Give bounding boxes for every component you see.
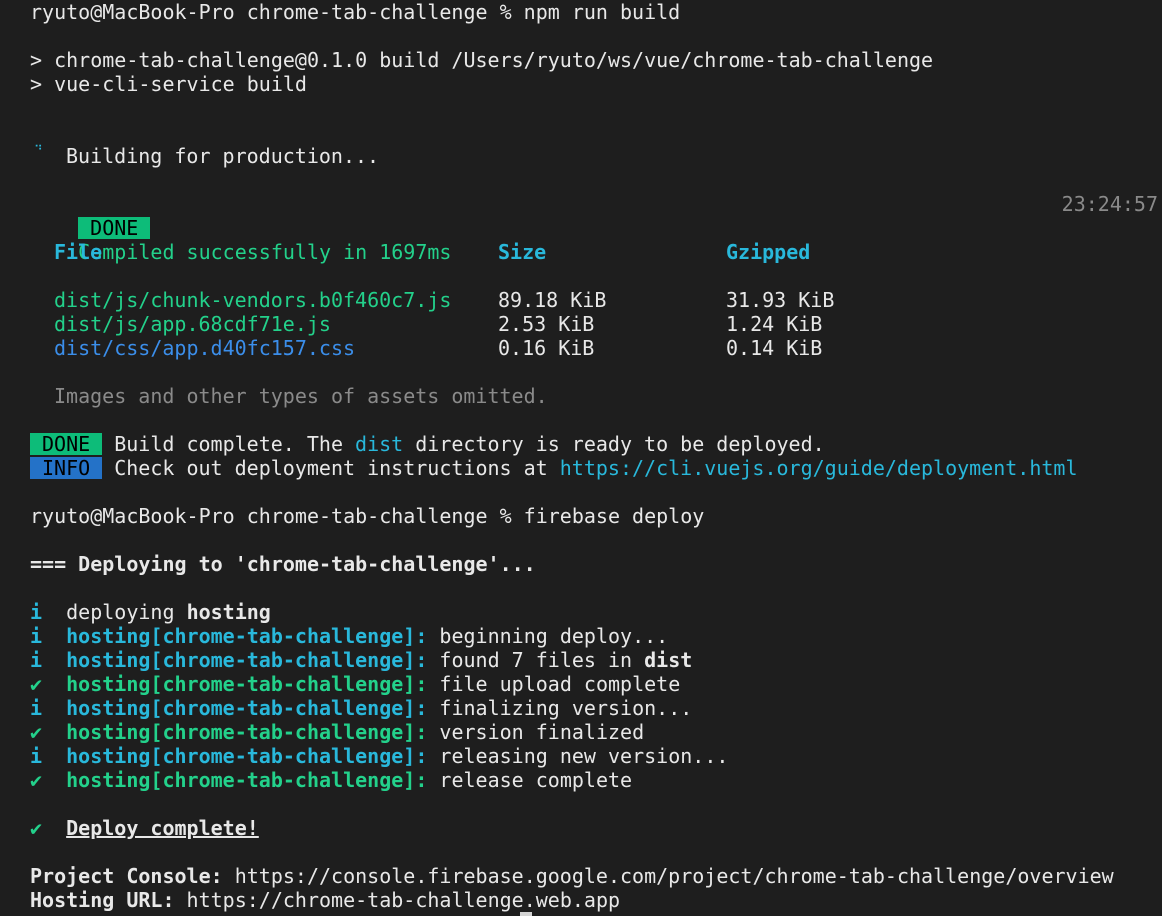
deploy-complete-text: Deploy complete! — [66, 816, 259, 840]
file-size: 2.53 KiB — [498, 312, 595, 336]
check-icon: ✔ — [30, 672, 43, 696]
file-name: dist/js/chunk-vendors.b0f460c7.js — [54, 288, 452, 312]
deploy-step: i hosting[chrome-tab-challenge]: beginni… — [30, 624, 1162, 648]
step-text: releasing new version... — [439, 744, 729, 768]
compiled-row: DONE Compiled successfully in 1697ms 23:… — [30, 192, 1162, 264]
console-url-link[interactable]: https://console.firebase.google.com/proj… — [235, 864, 1114, 888]
hosting-target: hosting[chrome-tab-challenge]: — [66, 768, 428, 792]
dist-dir: dist — [355, 432, 404, 456]
info-icon: i — [30, 696, 43, 720]
check-icon: ✔ — [30, 768, 43, 792]
hosting-target: hosting[chrome-tab-challenge]: — [66, 744, 428, 768]
step-text: version finalized — [439, 720, 645, 744]
step-text: finalizing version... — [439, 696, 693, 720]
step-text: file upload complete — [439, 672, 681, 696]
console-label: Project Console: — [30, 864, 223, 888]
hosting-target: hosting[chrome-tab-challenge]: — [66, 648, 428, 672]
info-badge: INFO — [30, 457, 103, 479]
file-row: dist/css/app.d40fc157.css 0.16 KiB 0.14 … — [54, 336, 1162, 360]
deploy-step: ✔ hosting[chrome-tab-challenge]: release… — [30, 768, 1162, 792]
info-icon: i — [30, 624, 43, 648]
build-time: 23:24:57 — [1061, 192, 1158, 216]
omitted-note: Images and other types of assets omitted… — [54, 384, 548, 408]
file-gzipped: 31.93 KiB — [726, 288, 835, 312]
step-bold: dist — [644, 648, 693, 672]
hosting-target: hosting[chrome-tab-challenge]: — [66, 696, 428, 720]
project-console-row: Project Console: https://console.firebas… — [30, 864, 1162, 888]
done-badge: DONE — [30, 433, 103, 455]
info-icon: i — [30, 600, 43, 624]
spinner-icon: ⠙ — [34, 143, 43, 157]
deploy-heading: === Deploying to 'chrome-tab-challenge'.… — [30, 552, 536, 576]
deploy-step: ✔ hosting[chrome-tab-challenge]: version… — [30, 720, 1162, 744]
hosting-target: hosting[chrome-tab-challenge]: — [66, 672, 428, 696]
file-name: dist/css/app.d40fc157.css — [54, 336, 356, 360]
hosting-url-row: Hosting URL: https://chrome-tab-challeng… — [30, 888, 1162, 912]
script-line-1: > chrome-tab-challenge@0.1.0 build /User… — [30, 48, 934, 72]
file-row: dist/js/chunk-vendors.b0f460c7.js 89.18 … — [54, 288, 1162, 312]
file-row: dist/js/app.68cdf71e.js 2.53 KiB 1.24 Ki… — [54, 312, 1162, 336]
deploy-complete-row: ✔ Deploy complete! — [30, 816, 1162, 840]
terminal-cursor — [520, 912, 532, 916]
file-table-header: File Size Gzipped — [54, 240, 1162, 264]
info-row: INFO Check out deployment instructions a… — [30, 456, 1162, 480]
hosting-url-link[interactable]: https://chrome-tab-challenge.web.app — [187, 888, 620, 912]
deploy-step: i hosting[chrome-tab-challenge]: releasi… — [30, 744, 1162, 768]
deploy-step: i hosting[chrome-tab-challenge]: finaliz… — [30, 696, 1162, 720]
step-text: release complete — [439, 768, 633, 792]
step-text: beginning deploy... — [439, 624, 669, 648]
step-text: deploying — [66, 600, 187, 624]
info-text: Check out deployment instructions at — [114, 456, 560, 480]
info-icon: i — [30, 744, 43, 768]
deployment-docs-link[interactable]: https://cli.vuejs.org/guide/deployment.h… — [560, 456, 1078, 480]
building-text: Building for production... — [66, 144, 380, 168]
header-file: File — [54, 240, 103, 264]
info-icon: i — [30, 648, 43, 672]
build-prompt: ryuto@MacBook-Pro chrome-tab-challenge %… — [30, 0, 681, 24]
hosting-target: hosting[chrome-tab-challenge]: — [66, 624, 428, 648]
deploy-step: i deploying hosting — [30, 600, 1162, 624]
complete-post: directory is ready to be deployed. — [403, 432, 825, 456]
script-line-2: > vue-cli-service build — [30, 72, 307, 96]
deploy-step: ✔ hosting[chrome-tab-challenge]: file up… — [30, 672, 1162, 696]
terminal-window[interactable]: ryuto@MacBook-Pro chrome-tab-challenge %… — [0, 0, 1162, 916]
file-gzipped: 1.24 KiB — [726, 312, 823, 336]
build-complete-row: DONE Build complete. The dist directory … — [30, 432, 1162, 456]
complete-pre: Build complete. The — [114, 432, 356, 456]
file-gzipped: 0.14 KiB — [726, 336, 823, 360]
done-badge: DONE — [78, 217, 151, 239]
header-size: Size — [498, 240, 547, 264]
check-icon: ✔ — [30, 816, 43, 840]
header-gzipped: Gzipped — [726, 240, 811, 264]
hosting-target: hosting[chrome-tab-challenge]: — [66, 720, 428, 744]
step-text: found 7 files in — [439, 648, 645, 672]
file-size: 89.18 KiB — [498, 288, 607, 312]
step-bold: hosting — [186, 600, 271, 624]
file-size: 0.16 KiB — [498, 336, 595, 360]
deploy-step: i hosting[chrome-tab-challenge]: found 7… — [30, 648, 1162, 672]
check-icon: ✔ — [30, 720, 43, 744]
hosting-label: Hosting URL: — [30, 888, 175, 912]
file-name: dist/js/app.68cdf71e.js — [54, 312, 331, 336]
deploy-prompt: ryuto@MacBook-Pro chrome-tab-challenge %… — [30, 504, 705, 528]
